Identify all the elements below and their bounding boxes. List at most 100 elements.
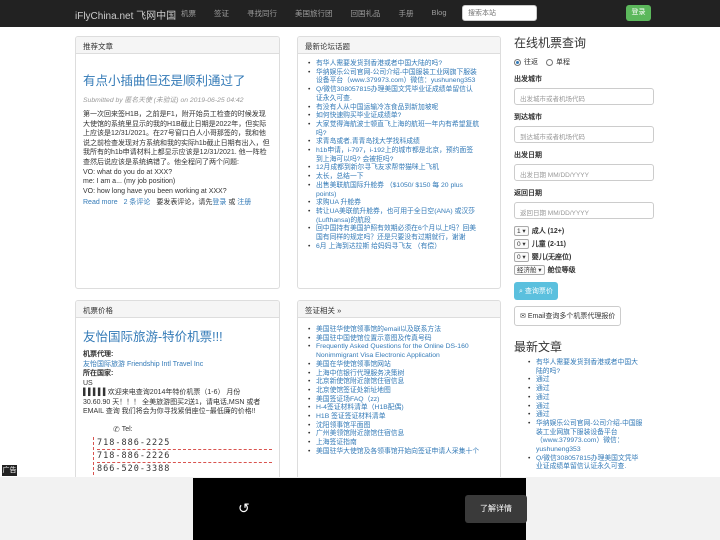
visa-item[interactable]: 美国在华使馆领事馆网站 [308, 361, 500, 370]
panel-heading[interactable]: 签证相关 » [298, 301, 500, 318]
forum-topic[interactable]: 出售美联航国际升舱券 （$1050/ $150 每 20 plus [308, 182, 500, 191]
cabin-select[interactable]: 经济舱 ▾ [514, 265, 545, 275]
phone-icon: ✆ [113, 424, 120, 434]
forum-topic[interactable]: 回中国持有美国护照有效期必须在6个月以上吗？回美 [308, 225, 500, 234]
register-link[interactable]: 注册 [237, 199, 251, 206]
latest-item[interactable]: 通过 [528, 394, 654, 403]
forum-topic[interactable]: 如何快速购买毕业证成绩单? [308, 112, 500, 121]
article-line: 说之前检查发现对方系统和我的实际h1b截止日期有出入，但 [83, 139, 270, 147]
agent-link[interactable]: 友怡国际旅游 Friendship Intl Travel Inc [83, 361, 203, 368]
nav-item-visa[interactable]: 签证 [214, 8, 229, 19]
forum-topic-cont[interactable]: 国有同样的规定吗？还是只要没有过期就行，谢谢 [316, 234, 500, 243]
visa-item[interactable]: Frequently Asked Questions for the Onlin… [308, 343, 500, 352]
forum-topic[interactable]: 求青岛或者,青青岛找大学找科成绩 [308, 138, 500, 147]
latest-item[interactable]: 通过 [528, 403, 654, 412]
latest-item-cont[interactable]: （www.379973.com）微信： [536, 437, 654, 446]
booking-heading: 在线机票查询 [514, 36, 587, 50]
envelope-icon: ✉ [520, 313, 528, 320]
phone-number: 866-520-3388 [97, 464, 171, 474]
article-line: VO: what do you do at XXX? [83, 168, 173, 176]
login-link[interactable]: 登录 [212, 199, 226, 206]
forum-topic[interactable]: 转让UA美联航升舱券，也可用于全日空(ANA) 或汉莎 [308, 208, 500, 217]
deal-line: ▌▌▌▌▌欢迎来电查询2014年特价机票（1-6） 月份 [83, 389, 241, 396]
latest-item[interactable]: 华纳娱乐公司官网-公司介绍-中国服 [528, 420, 654, 429]
from-label: 出发城市 [514, 76, 542, 83]
nav-item-handbook[interactable]: 手册 [399, 8, 414, 19]
forum-topic[interactable]: 求购UA 升舱券 [308, 199, 500, 208]
visa-panel: 签证相关 » 美国驻华使馆领事馆的email以及联系方法 美国驻中国使馆位置示意… [297, 300, 501, 480]
article-line: 查然后说应该是系统搞错了。他全程问了两个问题: [83, 158, 239, 166]
login-button[interactable]: 登录 [626, 5, 651, 21]
visa-item[interactable]: H1B 签证签证材料清单 [308, 413, 500, 422]
search-fares-button[interactable]: ⌕ 查询票价 [514, 282, 558, 300]
visa-item[interactable]: H-4签证材料清单（H1B配偶) [308, 404, 500, 413]
latest-item-cont[interactable]: 陆的吗? [536, 368, 654, 377]
return-label: 返回日期 [514, 190, 542, 197]
visa-item-cont[interactable]: Nonimmigrant Visa Electronic Application [316, 352, 500, 361]
depart-date-input[interactable]: 出发日期 MM/DD/YYYY [514, 164, 654, 181]
phone-number: 718-886-2225 [97, 437, 272, 450]
forum-topic-cont[interactable]: 证永久可查. [316, 95, 500, 104]
panel-heading: 最新论坛话题 [298, 37, 500, 54]
latest-list: 有华人需要发货到香港或者中国大 陆的吗? 通过 通过 通过 通过 通过 华纳娱乐… [514, 359, 654, 472]
read-more-link[interactable]: Read more [83, 199, 118, 206]
forum-list: 有华人需要发货到香港或者中国大陆的吗? 华纳娱乐公司官网-公司介绍-中国服装工业… [298, 60, 500, 251]
visa-item[interactable]: 北京新使馆附近旅馆住宿信息 [308, 378, 500, 387]
nav-item-companions[interactable]: 寻找同行 [247, 8, 277, 19]
latest-item[interactable]: 通过 [528, 385, 654, 394]
visa-item[interactable]: 美国驻中国使馆位置示意图及传真号码 [308, 335, 500, 344]
article-line: 大使馆的系统里显示的我的H1B截止日期是2022年，但实际 [83, 120, 267, 128]
adults-select[interactable]: 1 ▾ [514, 226, 529, 236]
visa-item[interactable]: 北京使馆签证处新址地图 [308, 387, 500, 396]
to-city-input[interactable]: 到达城市或者机场代码 [514, 126, 654, 143]
tel-label: Tel: [121, 425, 133, 433]
email-quote-button[interactable]: ✉ Email查询多个机票代理报价 [514, 306, 622, 326]
article-title[interactable]: 有点小插曲但还是顺利通过了 [83, 70, 272, 89]
forum-topic[interactable]: 有没有人从中国运输冷冻食品到新加坡呢 [308, 104, 500, 113]
ad-video[interactable]: ↺ 了解详情 [193, 478, 527, 540]
forum-topic[interactable]: h1b申请，i-797，i-192上的城市都是北京，预约面签 [308, 147, 500, 156]
reply-text: 要发表评论，请先 [156, 199, 213, 207]
return-date-input[interactable]: 返回日期 MM/DD/YYYY [514, 202, 654, 219]
phone-number: 718-886-2226 [97, 450, 272, 463]
visa-item[interactable]: 广州美领馆附近旅馆住宿信息 [308, 430, 500, 439]
latest-item-cont[interactable]: 业证成绩单留信认证永久可查. [536, 463, 654, 472]
forum-topic[interactable]: 大家觉得海航波士顿直飞上海的航班一年内有希望复航 [308, 121, 500, 130]
learn-more-button[interactable]: 了解详情 [465, 495, 527, 523]
children-select[interactable]: 0 ▾ [514, 239, 529, 249]
deal-title[interactable]: 友怡国际旅游-特价机票!!! [83, 326, 272, 345]
visa-item[interactable]: 上海中信银行代理服务决策树 [308, 370, 500, 379]
visa-item[interactable]: 上海签证指南 [308, 439, 500, 448]
forum-topic[interactable]: 有华人需要发货到香港或者中国大陆的吗? [308, 60, 500, 69]
children-label: 儿童 (2-11) [531, 241, 566, 248]
roundtrip-radio[interactable] [514, 58, 521, 66]
country-label: 所在国家: [83, 370, 114, 377]
forum-topic-cont[interactable]: points) [316, 191, 500, 200]
forum-topic[interactable]: Q/微信308057815办理美国文凭毕业证成绩单留信认 [308, 86, 500, 95]
latest-item[interactable]: 通过 [528, 411, 654, 420]
from-city-input[interactable]: 出发城市或者机场代码 [514, 88, 654, 105]
search-input[interactable] [462, 5, 537, 21]
site-brand[interactable]: iFlyChina.net 飞网中国 [75, 7, 176, 22]
article-line: 上应该是12/31/2021。在27号窗口白人小哥那签的，我和他 [83, 130, 266, 138]
infants-select[interactable]: 0 ▾ [514, 252, 529, 262]
visa-item[interactable]: 美国驻华大使馆及各领事馆开始向签证申请人采集十个 [308, 448, 500, 457]
nav-item-blog[interactable]: Blog [432, 8, 447, 19]
latest-item[interactable]: 有华人需要发货到香港或者中国大 [528, 359, 654, 368]
visa-list: 美国驻华使馆领事馆的email以及联系方法 美国驻中国使馆位置示意图及传真号码 … [298, 326, 500, 457]
infants-label: 婴儿(无座位) [531, 254, 572, 261]
forum-topic-cont[interactable]: 设备平台（www.379973.com）微信：yushuneng353 [316, 77, 500, 86]
nav-item-flights[interactable]: 机票 [181, 8, 196, 19]
oneway-radio[interactable] [546, 58, 553, 66]
forum-topic[interactable]: 太长，总结一下 [308, 173, 500, 182]
visa-item[interactable]: 美国驻华使馆领事馆的email以及联系方法 [308, 326, 500, 335]
replay-icon[interactable]: ↺ [238, 500, 250, 517]
latest-item-cont[interactable]: yushuneng353 [536, 446, 654, 455]
forum-topic[interactable]: 12月成都到新尔寻飞友求帮带猫咪上飞机 [308, 164, 500, 173]
latest-item[interactable]: 通过 [528, 376, 654, 385]
cabin-label: 舱位等级 [547, 267, 576, 274]
nav-item-tours[interactable]: 美国旅行团 [295, 8, 333, 19]
nav-item-gifts[interactable]: 回国礼品 [351, 8, 381, 19]
comments-link[interactable]: 2 条评论 [124, 199, 151, 206]
forum-topic[interactable]: 6月 上海到达拉斯 给妈妈寻飞友 （有偿） [308, 243, 500, 252]
